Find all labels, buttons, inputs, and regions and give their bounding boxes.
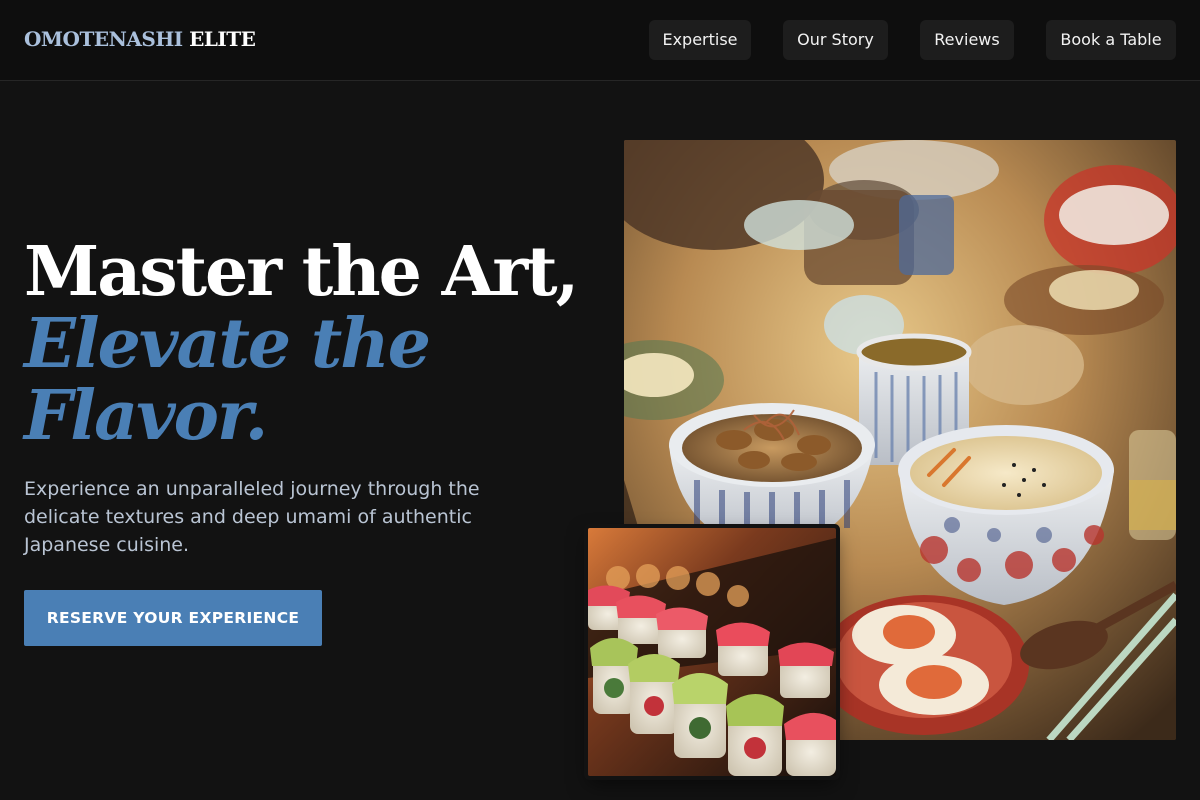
nav-our-story-link[interactable]: Our Story [783,20,888,60]
hero-headline: Master the Art, Elevate the Flavor. [24,236,584,452]
nav-book-table-button[interactable]: Book a Table [1046,20,1176,60]
reserve-experience-button[interactable]: RESERVE YOUR EXPERIENCE [24,590,322,646]
headline-line-2: Elevate the Flavor. [24,304,431,456]
headline-line-1: Master the Art, [24,232,579,312]
brand-logo[interactable]: OMOTENASHI ELITE [24,27,256,51]
nav-reviews-link[interactable]: Reviews [920,20,1014,60]
brand-name-part2: ELITE [189,27,256,51]
site-header: OMOTENASHI ELITE Expertise Our Story Rev… [0,0,1200,81]
brand-name-part1: OMOTENASHI [24,27,183,51]
sushi-rolls-photo [588,528,836,776]
hero-description: Experience an unparalleled journey throu… [24,478,480,556]
sushi-rolls-image [588,528,836,776]
nav-expertise-link[interactable]: Expertise [649,20,751,60]
